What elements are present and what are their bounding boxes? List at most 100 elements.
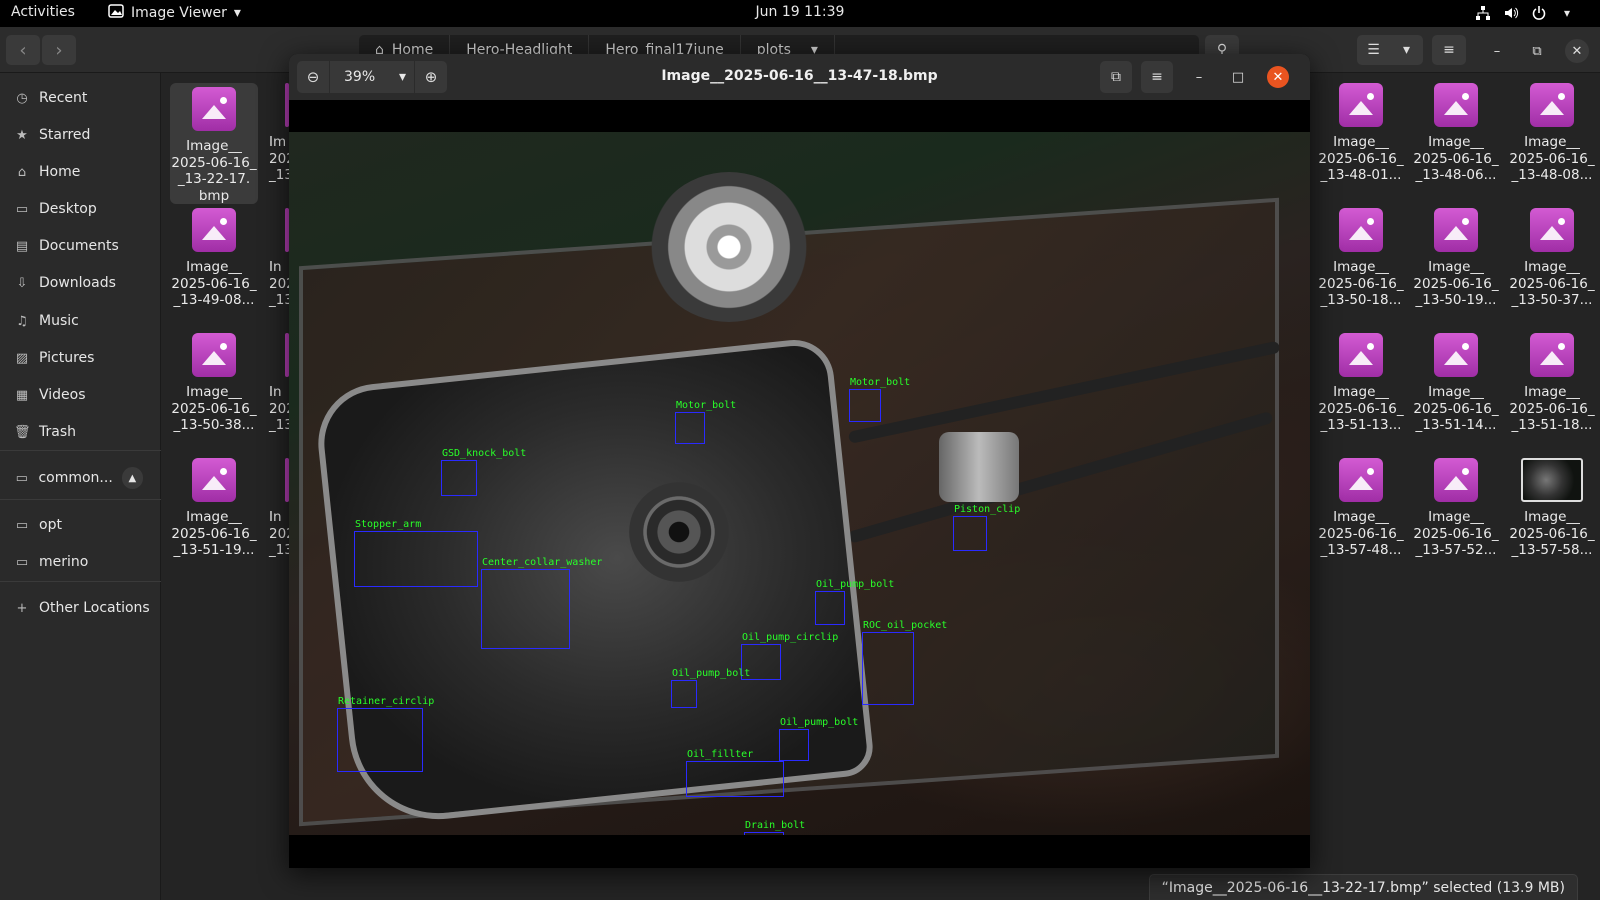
- close-icon: ✕: [1571, 43, 1583, 59]
- file-item[interactable]: Image__ 2025-06-16_ _13-51-13...: [1317, 333, 1405, 434]
- file-name-line: Image__: [1524, 509, 1580, 525]
- hamburger-icon: ≡: [1151, 69, 1163, 85]
- file-name-line: 2025-06-16_: [171, 400, 257, 417]
- image-file-icon: [1530, 83, 1574, 127]
- sidebar-item-music[interactable]: ♫ Music: [0, 305, 161, 337]
- activities-button[interactable]: Activities: [11, 4, 75, 20]
- menu-button[interactable]: ≡: [1432, 35, 1466, 65]
- file-item[interactable]: Image__ 2025-06-16_ _13-57-52...: [1412, 458, 1500, 559]
- system-tray[interactable]: ▾: [1474, 4, 1576, 22]
- sidebar-item-label: Downloads: [39, 275, 116, 291]
- file-name-fragment: In: [269, 384, 282, 400]
- file-name-line: 2025-06-16_: [1318, 275, 1404, 292]
- sidebar-item-label: Desktop: [39, 201, 97, 217]
- sidebar-item-common[interactable]: ▭ common... ▲: [0, 462, 161, 494]
- file-item[interactable]: Image__ 2025-06-16_ _13-57-48...: [1317, 458, 1405, 559]
- eject-icon[interactable]: ▲: [121, 467, 143, 489]
- image-file-icon: [1434, 208, 1478, 252]
- sidebar-item-desktop[interactable]: ▭ Desktop: [0, 193, 161, 225]
- image-file-icon: [1530, 333, 1574, 377]
- gear: [629, 482, 729, 582]
- file-item[interactable]: Image__ 2025-06-16_ _13-51-19...: [170, 458, 258, 559]
- detection-box: Oil_pump_bolt: [671, 668, 750, 708]
- detection-label: Oil_fillter: [687, 749, 754, 760]
- zoom-out-button[interactable]: ⊖: [297, 61, 329, 93]
- file-item[interactable]: Image__ 2025-06-16_ _13-50-19...: [1412, 208, 1500, 309]
- image-viewer-icon: [108, 4, 124, 22]
- network-icon[interactable]: [1474, 4, 1492, 22]
- chevron-down-icon[interactable]: ▾: [1558, 4, 1576, 22]
- power-icon[interactable]: [1530, 4, 1548, 22]
- sidebar-item-downloads[interactable]: ⇩ Downloads: [0, 267, 161, 299]
- minimize-icon: –: [1493, 43, 1501, 59]
- starter-motor: [649, 172, 809, 322]
- sidebar-item-other-locations[interactable]: + Other Locations: [0, 592, 161, 624]
- sidebar-item-documents[interactable]: ▤ Documents: [0, 230, 161, 262]
- file-name-line: Image__: [1333, 259, 1389, 275]
- file-name-line: Image__: [186, 138, 242, 154]
- file-item[interactable]: Image__ 2025-06-16_ _13-48-01...: [1317, 83, 1405, 184]
- detection-label: Motor_bolt: [850, 377, 911, 388]
- file-item[interactable]: Image__ 2025-06-16_ _13-22-17. bmp: [170, 83, 258, 204]
- fullscreen-button[interactable]: ⧉: [1100, 61, 1132, 93]
- forward-button[interactable]: ›: [42, 35, 76, 65]
- file-item[interactable]: Image__ 2025-06-16_ _13-51-18...: [1508, 333, 1596, 434]
- file-name-fragment: Im: [269, 134, 287, 150]
- file-name-line: 2025-06-16_: [1318, 150, 1404, 167]
- file-item[interactable]: Image__ 2025-06-16_ _13-57-58...: [1508, 458, 1596, 559]
- zoom-level-dropdown[interactable]: 39% ▾: [329, 61, 415, 93]
- viewer-maximize-button[interactable]: □: [1227, 66, 1249, 88]
- file-name-line: bmp: [198, 187, 230, 204]
- back-button[interactable]: ‹: [6, 35, 40, 65]
- sidebar-item-home[interactable]: ⌂ Home: [0, 156, 161, 188]
- sidebar-item-pictures[interactable]: ▨ Pictures: [0, 342, 161, 374]
- file-name-line: _13-50-37...: [1511, 292, 1593, 308]
- download-icon: ⇩: [16, 275, 28, 291]
- file-name-line: _13-49-08...: [173, 292, 255, 308]
- detection-label: Stopper_arm: [355, 519, 422, 530]
- chevron-down-icon: ▾: [233, 5, 241, 21]
- file-item[interactable]: Image__ 2025-06-16_ _13-50-37...: [1508, 208, 1596, 309]
- file-item[interactable]: Image__ 2025-06-16_ _13-49-08...: [170, 208, 258, 309]
- image-file-icon: [1434, 458, 1478, 502]
- volume-icon[interactable]: [1502, 4, 1520, 22]
- viewer-minimize-button[interactable]: –: [1188, 66, 1210, 88]
- close-button[interactable]: ✕: [1565, 39, 1589, 63]
- file-name-line: _13-48-08...: [1511, 167, 1593, 183]
- file-name-line: _13-57-52...: [1415, 542, 1497, 558]
- view-toggle-button[interactable]: ☰ ▾: [1357, 35, 1423, 65]
- file-name-line: Image__: [1333, 384, 1389, 400]
- file-item[interactable]: Image__ 2025-06-16_ _13-48-06...: [1412, 83, 1500, 184]
- engine-photo: Motor_bolt Motor_bolt GSD_knock_bolt Stoppe…: [289, 132, 1310, 835]
- file-name-fragment: In: [269, 259, 282, 275]
- sidebar-item-trash[interactable]: 🗑 Trash: [0, 416, 161, 448]
- image-canvas[interactable]: Motor_bolt Motor_bolt GSD_knock_bolt Stoppe…: [289, 100, 1310, 868]
- zoom-in-icon: ⊕: [424, 68, 438, 86]
- zoom-out-icon: ⊖: [306, 68, 320, 86]
- file-item[interactable]: Image__ 2025-06-16_ _13-50-18...: [1317, 208, 1405, 309]
- file-item[interactable]: Image__ 2025-06-16_ _13-51-14...: [1412, 333, 1500, 434]
- sidebar-separator: [0, 450, 161, 451]
- file-item[interactable]: Image__ 2025-06-16_ _13-50-38...: [170, 333, 258, 434]
- file-name-line: 2025-06-16_: [1413, 275, 1499, 292]
- image-viewer-window: ⊖ 39% ▾ ⊕ Image__2025-06-16__13-47-18.bm…: [289, 54, 1310, 868]
- file-name-line: 2025-06-16_: [1509, 275, 1595, 292]
- viewer-menu-button[interactable]: ≡: [1141, 61, 1173, 93]
- sidebar-item-merino[interactable]: ▭ merino: [0, 546, 161, 578]
- sidebar-item-recent[interactable]: ◷ Recent: [0, 82, 161, 114]
- plus-icon: +: [16, 600, 28, 616]
- viewer-close-button[interactable]: ✕: [1267, 66, 1289, 88]
- image-file-icon: [1339, 208, 1383, 252]
- restore-button[interactable]: ⧉: [1525, 39, 1549, 63]
- app-menu[interactable]: Image Viewer ▾: [108, 4, 241, 22]
- sidebar-item-starred[interactable]: ★ Starred: [0, 119, 161, 151]
- zoom-in-button[interactable]: ⊕: [415, 61, 447, 93]
- minimize-button[interactable]: –: [1485, 39, 1509, 63]
- detection-label: Center_collar_washer: [482, 557, 603, 568]
- detection-label: ROC_oil_pocket: [863, 620, 948, 631]
- sidebar-item-opt[interactable]: ▭ opt: [0, 509, 161, 541]
- sidebar-item-videos[interactable]: ▦ Videos: [0, 379, 161, 411]
- file-item[interactable]: Image__ 2025-06-16_ _13-48-08...: [1508, 83, 1596, 184]
- detection-box: Motor_bolt: [675, 400, 736, 444]
- file-name-line: _13-57-58...: [1511, 542, 1593, 558]
